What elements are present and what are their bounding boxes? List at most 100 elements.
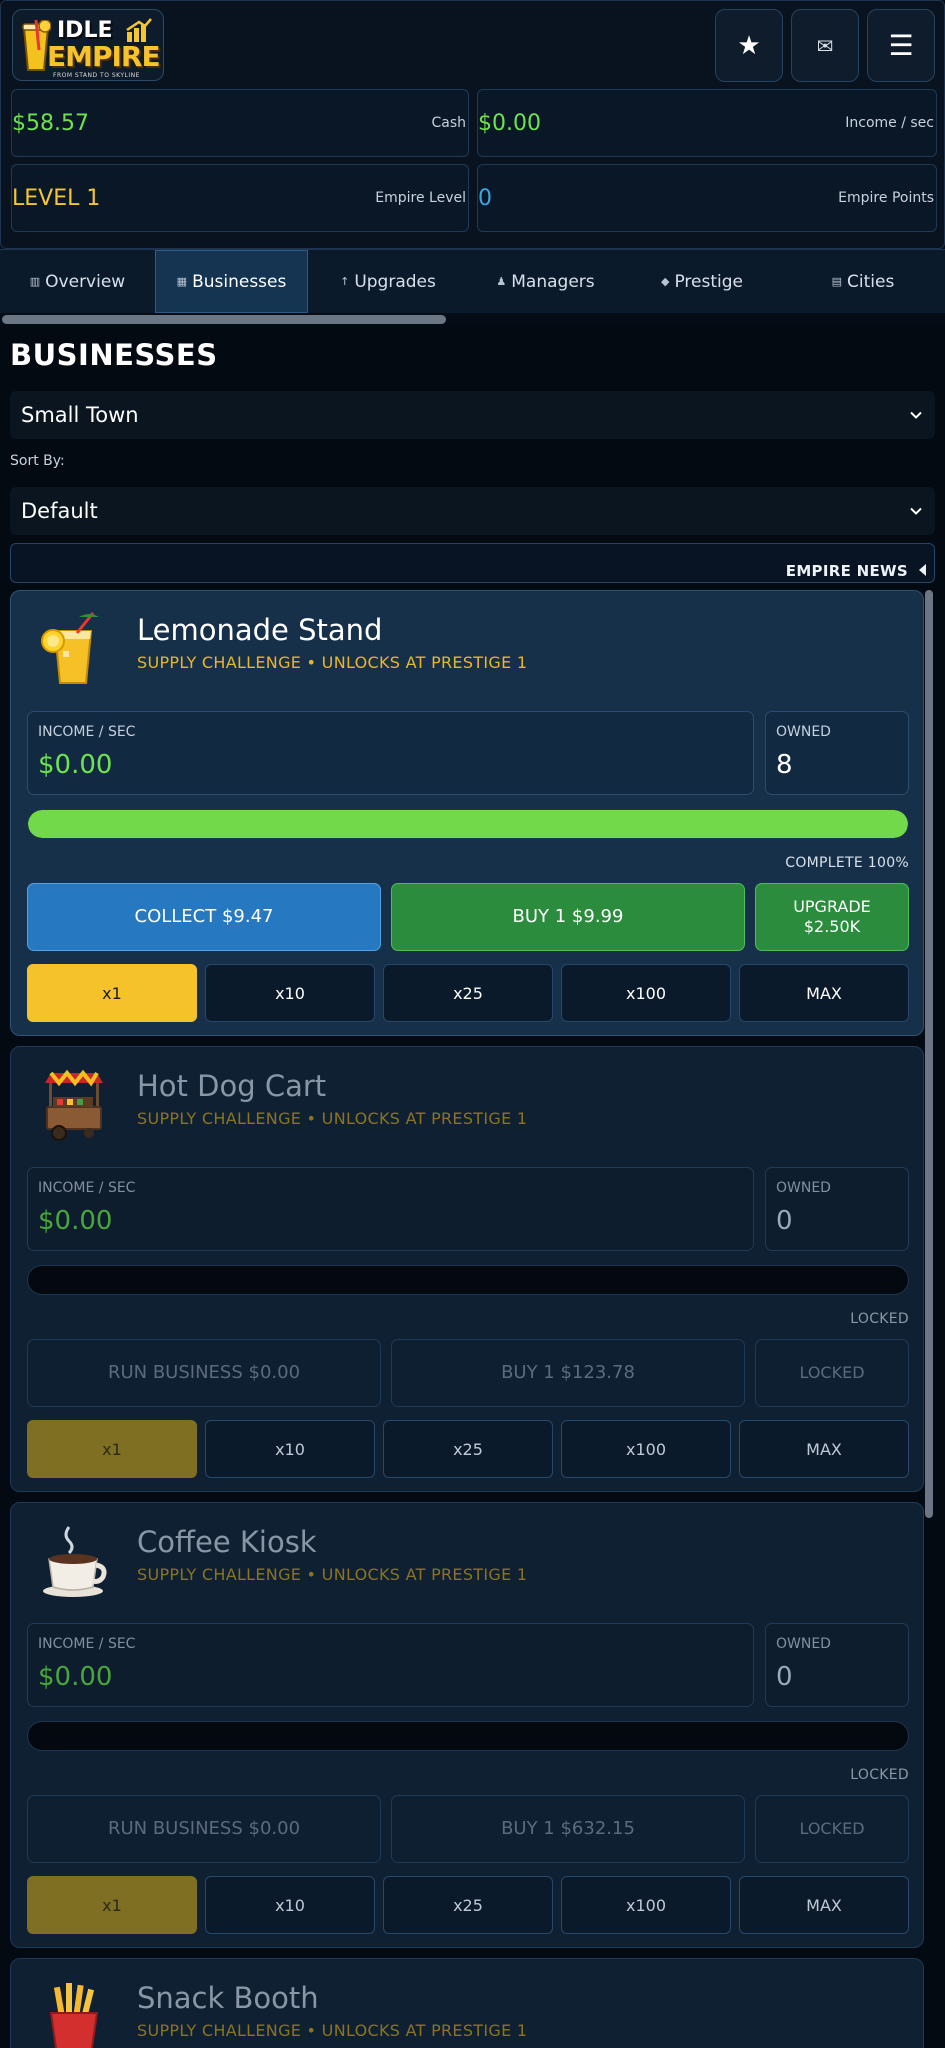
progress-status: LOCKED xyxy=(850,1767,909,1783)
lemonade-glass-icon xyxy=(41,612,99,684)
logo-growth-arrow-icon xyxy=(126,18,152,42)
empire-news-label: EMPIRE NEWS xyxy=(785,562,908,580)
multiplier-x1[interactable]: x1 xyxy=(27,964,197,1022)
sort-label: Sort By: xyxy=(10,453,65,469)
run-business-button[interactable]: RUN BUSINESS $0.00 xyxy=(27,1795,381,1863)
buy-button[interactable]: BUY 1 $123.78 xyxy=(391,1339,745,1407)
upgrade-locked-button[interactable]: LOCKED xyxy=(755,1795,909,1863)
multiplier-x1[interactable]: x1 xyxy=(27,1876,197,1934)
tab-upgrades[interactable]: ↑ Upgrades xyxy=(308,250,468,313)
city-select[interactable]: Small Town xyxy=(10,391,935,439)
empire-level-stat: LEVEL 1 Empire Level xyxy=(11,164,469,232)
empire-level-value: LEVEL 1 xyxy=(12,185,101,211)
owned-value: 0 xyxy=(776,1662,793,1692)
multiplier-x1[interactable]: x1 xyxy=(27,1420,197,1478)
multiplier-x10[interactable]: x10 xyxy=(205,1420,375,1478)
multiplier-x100[interactable]: x100 xyxy=(561,1420,731,1478)
tab-overview[interactable]: ▥ Overview xyxy=(0,250,155,313)
tab-managers[interactable]: ♟ Managers xyxy=(468,250,623,313)
hamburger-menu-icon: ☰ xyxy=(888,29,914,62)
collect-button[interactable]: COLLECT $9.47 xyxy=(27,883,381,951)
income-value: $0.00 xyxy=(38,750,113,780)
coffee-cup-icon xyxy=(43,1526,107,1597)
income-box: INCOME / SEC $0.00 xyxy=(27,1167,754,1251)
business-card-hot-dog-cart: Hot Dog Cart SUPPLY CHALLENGE • UNLOCKS … xyxy=(10,1046,924,1492)
progress-bar xyxy=(27,1721,909,1751)
logo-tagline: FROM STAND TO SKYLINE xyxy=(53,72,140,79)
income-value: $0.00 xyxy=(38,1662,113,1692)
favorites-button[interactable]: ★ xyxy=(715,9,783,82)
tab-overview-label: Overview xyxy=(45,271,126,292)
business-name: Lemonade Stand xyxy=(137,613,383,647)
business-subtitle: SUPPLY CHALLENGE • UNLOCKS AT PRESTIGE 1 xyxy=(137,2021,528,2040)
multiplier-max[interactable]: MAX xyxy=(739,1876,909,1934)
business-subtitle: SUPPLY CHALLENGE • UNLOCKS AT PRESTIGE 1 xyxy=(137,653,528,672)
city-icon: ▤ xyxy=(831,275,843,288)
multiplier-x25[interactable]: x25 xyxy=(383,964,553,1022)
mail-button[interactable]: ✉ xyxy=(791,9,859,82)
buy-button[interactable]: BUY 1 $9.99 xyxy=(391,883,745,951)
multiplier-x100[interactable]: x100 xyxy=(561,964,731,1022)
sort-select[interactable]: Default xyxy=(10,487,935,535)
mail-icon: ✉ xyxy=(816,33,834,58)
tab-upgrades-label: Upgrades xyxy=(354,271,436,292)
overview-icon: ▥ xyxy=(29,275,41,288)
chevron-down-icon xyxy=(910,411,922,419)
logo-text-empire: EMPIRE xyxy=(47,40,161,73)
multiplier-x10[interactable]: x10 xyxy=(205,964,375,1022)
star-icon: ★ xyxy=(737,30,761,61)
empire-level-label: Empire Level xyxy=(375,190,466,206)
businesses-icon: ▦ xyxy=(176,275,188,288)
income-stat: $0.00 Income / sec xyxy=(477,89,937,157)
owned-label: OWNED xyxy=(776,724,831,740)
cash-value: $58.57 xyxy=(12,110,89,136)
multiplier-max[interactable]: MAX xyxy=(739,1420,909,1478)
business-name: Snack Booth xyxy=(137,1981,319,2015)
owned-value: 0 xyxy=(776,1206,793,1236)
multiplier-x10[interactable]: x10 xyxy=(205,1876,375,1934)
business-name: Hot Dog Cart xyxy=(137,1069,327,1103)
run-business-button[interactable]: RUN BUSINESS $0.00 xyxy=(27,1339,381,1407)
tab-prestige[interactable]: ◆ Prestige xyxy=(623,250,781,313)
owned-value: 8 xyxy=(776,750,793,780)
tab-cities-label: Cities xyxy=(847,271,895,292)
business-subtitle: SUPPLY CHALLENGE • UNLOCKS AT PRESTIGE 1 xyxy=(137,1109,528,1128)
sort-select-value: Default xyxy=(21,499,98,523)
chevron-down-icon xyxy=(910,507,922,515)
income-label: INCOME / SEC xyxy=(38,1180,136,1196)
upgrade-locked-button[interactable]: LOCKED xyxy=(755,1339,909,1407)
multiplier-x100[interactable]: x100 xyxy=(561,1876,731,1934)
income-box: INCOME / SEC $0.00 xyxy=(27,1623,754,1707)
multiplier-x25[interactable]: x25 xyxy=(383,1420,553,1478)
multiplier-x25[interactable]: x25 xyxy=(383,1876,553,1934)
tab-cities[interactable]: ▤ Cities xyxy=(781,250,945,313)
income-value: $0.00 xyxy=(478,110,541,136)
manager-person-icon: ♟ xyxy=(496,275,507,288)
empire-points-label: Empire Points xyxy=(838,190,934,206)
upgrade-cost: $2.50K xyxy=(803,917,861,936)
app-logo: IDLE EMPIRE FROM STAND TO SKYLINE xyxy=(12,9,164,81)
tab-businesses[interactable]: ▦ Businesses xyxy=(155,250,308,313)
upgrade-button[interactable]: UPGRADE $2.50K xyxy=(755,883,909,951)
buy-button[interactable]: BUY 1 $632.15 xyxy=(391,1795,745,1863)
tab-prestige-label: Prestige xyxy=(674,271,743,292)
cash-label: Cash xyxy=(431,115,466,131)
progress-status: LOCKED xyxy=(850,1311,909,1327)
menu-button[interactable]: ☰ xyxy=(867,9,935,82)
upgrade-arrow-icon: ↑ xyxy=(340,275,350,288)
tab-scrollbar-thumb[interactable] xyxy=(2,315,446,324)
owned-box: OWNED 0 xyxy=(765,1167,909,1251)
caret-left-icon xyxy=(919,564,926,576)
diamond-icon: ◆ xyxy=(661,275,670,288)
empire-news-toggle[interactable]: EMPIRE NEWS xyxy=(10,543,935,583)
multiplier-max[interactable]: MAX xyxy=(739,964,909,1022)
income-label: Income / sec xyxy=(845,115,934,131)
progress-bar xyxy=(27,1265,909,1295)
progress-bar xyxy=(27,809,909,839)
hot-dog-cart-icon xyxy=(45,1069,103,1141)
income-label: INCOME / SEC xyxy=(38,1636,136,1652)
owned-label: OWNED xyxy=(776,1180,831,1196)
cash-stat: $58.57 Cash xyxy=(11,89,469,157)
owned-label: OWNED xyxy=(776,1636,831,1652)
page-scrollbar-thumb[interactable] xyxy=(925,590,933,1518)
